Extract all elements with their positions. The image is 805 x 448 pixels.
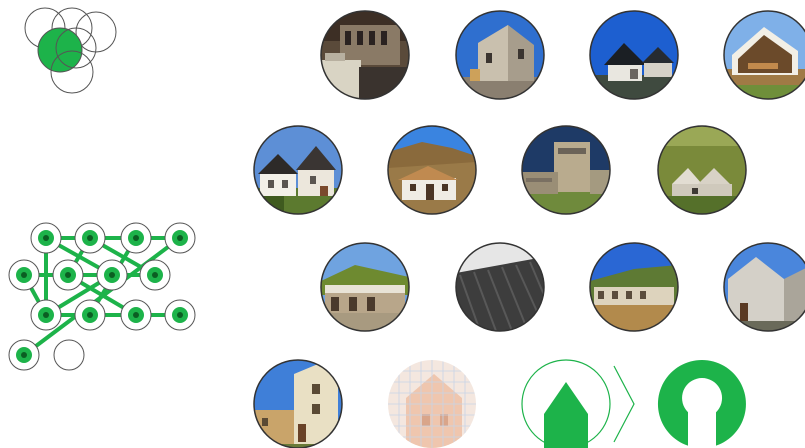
gallery-row-2 — [253, 125, 747, 215]
network-diagram — [8, 222, 196, 371]
node — [74, 222, 106, 254]
photo-courtyard-winery — [320, 10, 410, 100]
gallery-row-3 — [320, 242, 805, 332]
node — [139, 259, 171, 291]
node — [120, 299, 152, 331]
house-arrow-icon — [521, 359, 611, 448]
photo-dark-roof-barn-house — [589, 10, 679, 100]
photo-white-gable-villa — [253, 125, 343, 215]
node — [30, 222, 62, 254]
venn-diagram — [24, 7, 117, 94]
node — [74, 299, 106, 331]
chevron-right-icon — [613, 365, 635, 443]
photo-concrete-tower-building — [521, 125, 611, 215]
node — [96, 259, 128, 291]
node — [164, 299, 196, 331]
node — [30, 299, 62, 331]
canvas — [8, 7, 805, 448]
photo-ochre-tower-house — [253, 359, 343, 448]
node — [164, 222, 196, 254]
photo-faded-brick-facade-grid — [388, 360, 476, 448]
gallery-row-4 — [253, 359, 746, 448]
node-empty — [53, 339, 85, 371]
photo-dark-metal-roof — [455, 242, 545, 332]
photo-stone-gable-facade — [723, 242, 805, 332]
venn-circle-highlight — [37, 27, 83, 73]
photo-long-low-building-slope — [589, 242, 679, 332]
node — [120, 222, 152, 254]
photo-stone-gable-house — [455, 10, 545, 100]
node — [52, 259, 84, 291]
gallery-row-1 — [320, 10, 805, 100]
node — [8, 339, 40, 371]
network-edges — [22, 236, 182, 357]
photo-vineyard-modern-house — [657, 125, 747, 215]
photo-hillside-white-chapel — [387, 125, 477, 215]
keyhole-ring-icon — [657, 360, 746, 448]
photo-grass-roof-courtyard — [320, 242, 410, 332]
node — [8, 259, 40, 291]
photo-open-timber-pavilion — [723, 10, 805, 100]
